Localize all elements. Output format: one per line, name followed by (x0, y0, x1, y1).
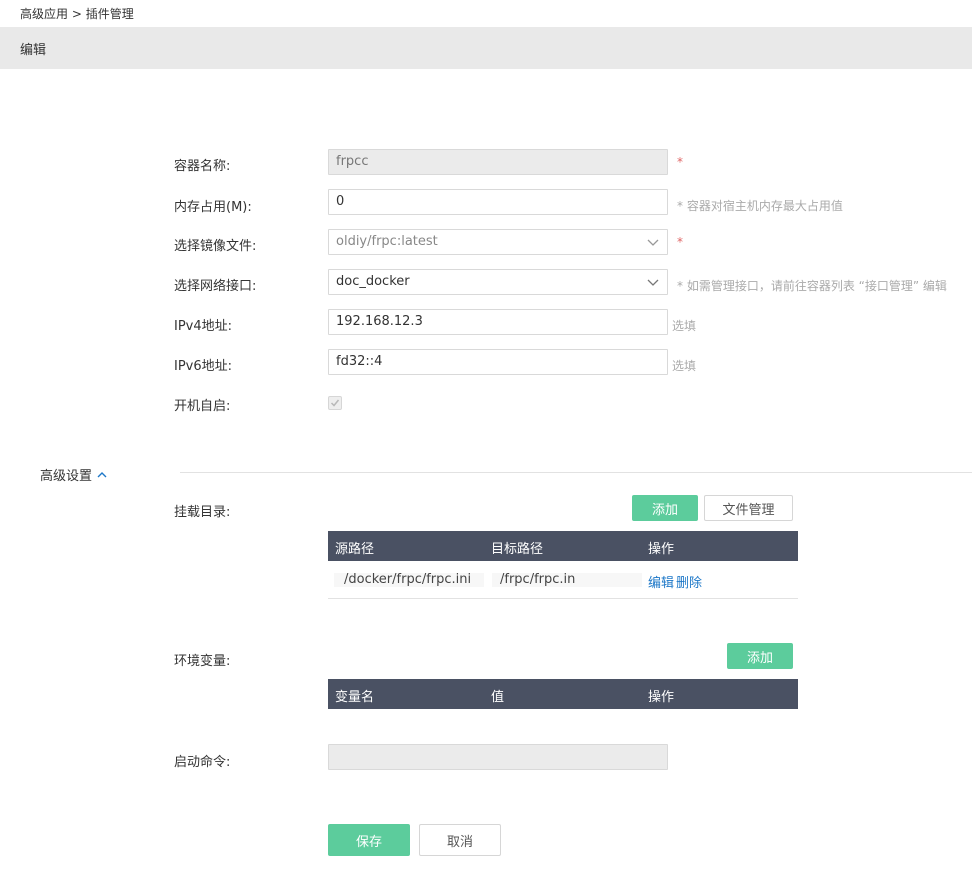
breadcrumb-separator: > (71, 7, 82, 21)
mount-source-path: /docker/frpc/frpc.ini (344, 572, 472, 587)
advanced-settings-toggle[interactable]: 高级设置 (40, 465, 108, 484)
ipv6-hint: 选填 (672, 359, 697, 373)
table-row: /docker/frpc/frpc.ini /frpc/frpc.in 编辑 删… (328, 561, 798, 599)
checkmark-icon (330, 399, 340, 407)
column-value: 值 (491, 690, 505, 705)
breadcrumb-current: 插件管理 (85, 7, 134, 21)
mounts-label: 挂载目录: (174, 505, 231, 520)
cancel-button[interactable]: 取消 (419, 824, 501, 856)
add-mount-button[interactable]: 添加 (632, 495, 698, 521)
ipv4-input[interactable]: 192.168.12.3 (328, 309, 668, 335)
startup-command-input[interactable] (328, 744, 668, 770)
page-title: 编辑 (20, 43, 47, 58)
chevron-down-icon (647, 239, 659, 246)
advanced-settings-label: 高级设置 (40, 469, 93, 484)
image-label: 选择镜像文件: (174, 239, 257, 254)
image-select-value: oldiy/frpc:latest (336, 234, 438, 249)
autostart-checkbox[interactable] (328, 396, 342, 410)
network-hint: * 如需管理接口，请前往容器列表 “接口管理” 编辑 (677, 279, 947, 293)
breadcrumb-parent[interactable]: 高级应用 (20, 7, 68, 21)
env-label: 环境变量: (174, 654, 231, 669)
container-name-required: * (677, 155, 683, 169)
save-button[interactable]: 保存 (328, 824, 410, 856)
memory-label: 内存占用(M): (174, 200, 252, 215)
column-actions: 操作 (648, 542, 675, 557)
file-manage-button[interactable]: 文件管理 (704, 495, 793, 521)
add-env-button[interactable]: 添加 (727, 643, 793, 669)
chevron-down-icon (647, 279, 659, 286)
image-select[interactable]: oldiy/frpc:latest (328, 229, 668, 255)
memory-hint: * 容器对宿主机内存最大占用值 (677, 199, 843, 213)
ipv4-label: IPv4地址: (174, 319, 233, 334)
container-name-input[interactable]: frpcc (328, 149, 668, 175)
column-target-path: 目标路径 (491, 542, 544, 557)
image-required: * (677, 235, 683, 249)
autostart-label: 开机自启: (174, 399, 231, 414)
startup-command-label: 启动命令: (174, 755, 231, 770)
column-var-name: 变量名 (335, 690, 375, 705)
ipv4-hint: 选填 (672, 319, 697, 333)
page-header: 编辑 (0, 27, 972, 69)
column-source-path: 源路径 (335, 542, 375, 557)
column-actions: 操作 (648, 690, 675, 705)
network-select-value: doc_docker (336, 274, 410, 289)
container-name-label: 容器名称: (174, 159, 231, 174)
memory-input[interactable]: 0 (328, 189, 668, 215)
network-select[interactable]: doc_docker (328, 269, 668, 295)
mounts-table-header: 源路径 目标路径 操作 (328, 531, 798, 561)
ipv6-label: IPv6地址: (174, 359, 233, 374)
advanced-divider (180, 472, 972, 473)
edit-mount-link[interactable]: 编辑 (648, 572, 674, 591)
ipv6-input[interactable]: fd32::4 (328, 349, 668, 375)
chevron-up-icon (97, 471, 107, 477)
network-label: 选择网络接口: (174, 279, 257, 294)
env-table-header: 变量名 值 操作 (328, 679, 798, 709)
mount-target-path: /frpc/frpc.in (500, 572, 576, 587)
breadcrumb: 高级应用 > 插件管理 (20, 5, 134, 22)
delete-mount-link[interactable]: 删除 (676, 572, 702, 591)
